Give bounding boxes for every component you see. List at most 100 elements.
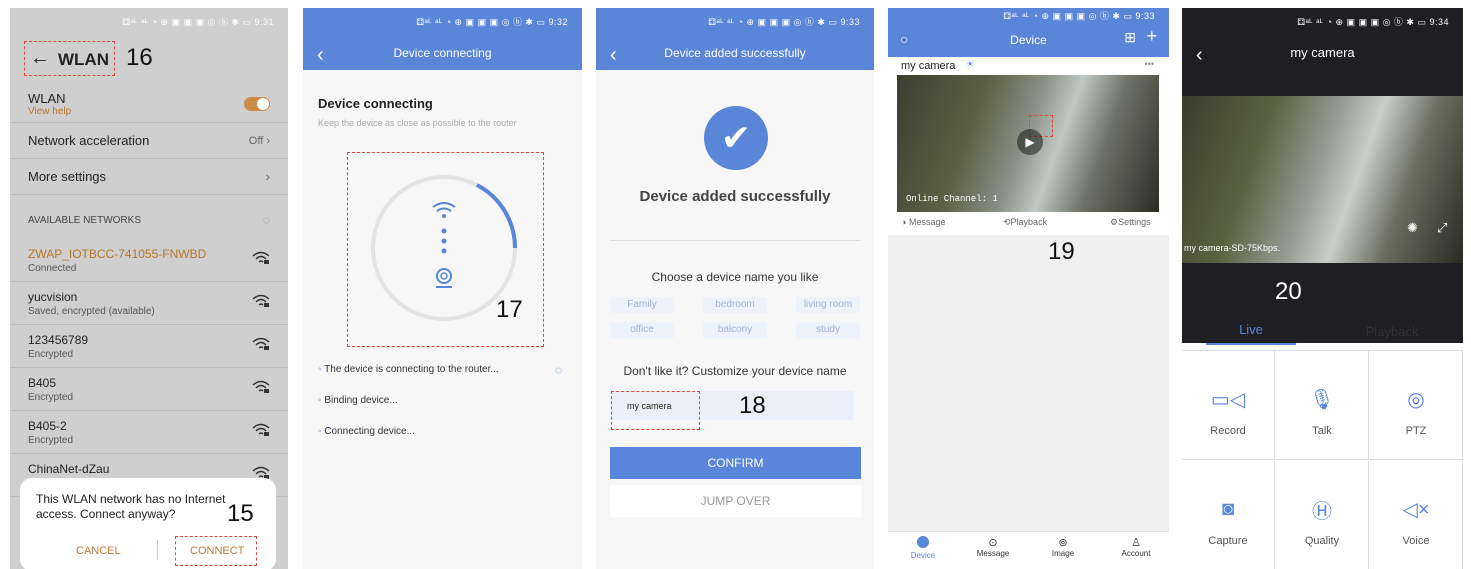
- tab-account[interactable]: ♙ Account: [1116, 536, 1156, 558]
- night-mode-icon[interactable]: ✺: [1407, 220, 1418, 236]
- back-icon[interactable]: ‹: [610, 45, 617, 65]
- wlan-toggle-row[interactable]: WLAN View help: [10, 85, 288, 123]
- speaker-mute-icon: ◁×: [1402, 498, 1430, 521]
- control-grid: ▭◁ Record 🎙 Talk ◎ PTZ ◙ Capture Ⓗ Quality ◁× Voice: [1182, 350, 1463, 569]
- customize-label: Don't like it? Customize your device nam…: [623, 364, 847, 378]
- chat-icon: ⊙: [988, 537, 998, 549]
- network-item[interactable]: B405-2 Encrypted: [10, 411, 288, 454]
- more-settings-label: More settings: [28, 169, 107, 184]
- control-ptz[interactable]: ◎ PTZ: [1370, 351, 1463, 460]
- message-action[interactable]: ◑ Message: [901, 217, 945, 227]
- video-overlay-text: my camera-SD-75Kbps.: [1184, 243, 1281, 253]
- connect-dialog: This WLAN network has no Internet access…: [20, 478, 276, 569]
- tab-label: Account: [1121, 549, 1151, 558]
- bullet-icon: ◦: [318, 364, 322, 375]
- tab-device[interactable]: Device: [908, 536, 938, 560]
- camera-live-screen: ⚃ᵃᴸ ᵃᴸ ◔ ⊕ ▣ ▣ ▣ ◎ ⓑ ✱ ▭ 9:34 ‹ my camer…: [1182, 8, 1463, 569]
- playback-icon: ⟲: [1003, 217, 1011, 227]
- control-label: PTZ: [1405, 425, 1427, 437]
- tab-playback[interactable]: Playback: [1342, 324, 1442, 339]
- loading-spinner-icon: ◌: [262, 213, 270, 227]
- view-help-link[interactable]: View help: [28, 106, 71, 117]
- divider: [157, 540, 158, 560]
- status-bar: ⚃ᵃᴸ ᵃᴸ ◔ ⊕ ▣ ▣ ▣ ◎ ⓑ ✱ ▭ 9:31: [122, 17, 274, 27]
- network-item[interactable]: yucvision Saved, encrypted (available): [10, 282, 288, 325]
- highlight-box: [611, 391, 700, 430]
- more-icon[interactable]: •••: [1145, 59, 1154, 69]
- network-acceleration-value: Off: [248, 134, 264, 147]
- back-icon[interactable]: ‹: [1196, 45, 1203, 65]
- more-settings-row[interactable]: More settings ›: [10, 159, 288, 195]
- grid-view-icon[interactable]: ⊞: [1124, 29, 1136, 46]
- network-name: ChinaNet-dZau: [28, 461, 110, 476]
- wifi-lock-icon: [252, 251, 270, 270]
- network-name: yucvision: [28, 289, 78, 304]
- status-bar: ⚃ᵃᴸ ᵃᴸ ◔ ⊕ ▣ ▣ ▣ ◎ ⓑ ✱ ▭ 9:34: [1297, 17, 1449, 27]
- name-chip[interactable]: office: [610, 322, 674, 338]
- network-item[interactable]: ZWAP_IOTBCC-741055-FNWBD Connected: [10, 239, 288, 282]
- cancel-button[interactable]: CANCEL: [76, 545, 121, 557]
- chevron-right-icon: ›: [265, 169, 270, 184]
- name-chip[interactable]: living room: [796, 297, 860, 313]
- hd-quality-icon: Ⓗ: [1312, 500, 1332, 523]
- section-heading: Device connecting: [318, 96, 433, 111]
- message-label: Message: [908, 217, 946, 227]
- step-label: The device is connecting to the router..…: [324, 364, 499, 375]
- camera-preview[interactable]: ▶ Online Channel: 1: [897, 75, 1159, 212]
- network-name: B405-2: [28, 418, 67, 433]
- tab-live[interactable]: Live: [1206, 322, 1296, 345]
- app-header: ⚃ᵃᴸ ᵃᴸ ◔ ⊕ ▣ ▣ ▣ ◎ ⓑ ✱ ▭ 9:33 ‹ Device a…: [596, 8, 874, 70]
- device-card[interactable]: my camera ☀ ••• ▶ Online Channel: 1 ◑ Me…: [888, 57, 1169, 235]
- page-title: my camera: [1290, 44, 1355, 60]
- control-voice[interactable]: ◁× Voice: [1370, 461, 1463, 569]
- live-video[interactable]: my camera-SD-75Kbps. ✺ ⤢: [1182, 96, 1463, 263]
- tab-label: Image: [1051, 549, 1075, 558]
- toggle-icon: ◑: [901, 217, 907, 227]
- control-capture[interactable]: ◙ Capture: [1182, 461, 1275, 569]
- network-acceleration-row[interactable]: Network acceleration Off ›: [10, 123, 288, 159]
- network-item[interactable]: B405 Encrypted: [10, 368, 288, 411]
- add-icon[interactable]: +: [1146, 26, 1157, 47]
- control-talk[interactable]: 🎙 Talk: [1276, 351, 1369, 460]
- jump-over-button[interactable]: JUMP OVER: [610, 485, 861, 517]
- divider: [610, 240, 860, 241]
- device-added-screen: ⚃ᵃᴸ ᵃᴸ ◔ ⊕ ▣ ▣ ▣ ◎ ⓑ ✱ ▭ 9:33 ‹ Device a…: [596, 8, 874, 569]
- network-item[interactable]: 123456789 Encrypted: [10, 325, 288, 368]
- tab-message[interactable]: ⊙ Message: [973, 536, 1013, 558]
- step-label: Binding device...: [324, 395, 398, 406]
- name-chip[interactable]: study: [796, 322, 860, 338]
- settings-action[interactable]: ⚙Settings: [1110, 217, 1151, 228]
- app-header: ⚃ᵃᴸ ᵃᴸ ◔ ⊕ ▣ ▣ ▣ ◎ ⓑ ✱ ▭ 9:33 ○ Device ⊞…: [888, 8, 1169, 57]
- fullscreen-icon[interactable]: ⤢: [1437, 220, 1447, 236]
- choose-name-label: Choose a device name you like: [651, 270, 819, 284]
- refresh-icon[interactable]: ○: [900, 31, 908, 47]
- wifi-icon: ☀: [966, 59, 975, 69]
- name-chip[interactable]: bedroom: [703, 297, 767, 313]
- channel-status: Online Channel: 1: [906, 194, 998, 204]
- step-number: 15: [227, 500, 254, 527]
- name-chip[interactable]: Family: [610, 297, 674, 313]
- network-status: Encrypted: [28, 434, 74, 446]
- confirm-button[interactable]: CONFIRM: [610, 447, 861, 479]
- connect-button[interactable]: CONNECT: [190, 545, 244, 557]
- tab-image[interactable]: ⊚ Image: [1048, 536, 1078, 558]
- settings-label: Settings: [1118, 217, 1151, 227]
- wifi-lock-icon: [252, 380, 270, 399]
- play-icon[interactable]: ▶: [1017, 129, 1043, 155]
- network-list: ZWAP_IOTBCC-741055-FNWBD Connected yucvisi…: [10, 239, 288, 497]
- tab-label: Message: [976, 549, 1010, 558]
- network-status: Connected: [28, 262, 77, 274]
- success-message: Device added successfully: [639, 188, 831, 205]
- control-label: Talk: [1312, 425, 1332, 437]
- control-quality[interactable]: Ⓗ Quality: [1276, 461, 1369, 569]
- step-number: 19: [1048, 238, 1075, 265]
- control-record[interactable]: ▭◁ Record: [1182, 351, 1275, 460]
- name-chip[interactable]: balcony: [703, 322, 767, 338]
- back-icon[interactable]: ‹: [317, 45, 324, 65]
- playback-action[interactable]: ⟲Playback: [1003, 217, 1047, 228]
- tab-indicator: [1206, 343, 1296, 345]
- user-icon: ♙: [1131, 537, 1141, 549]
- wlan-toggle[interactable]: [244, 96, 270, 111]
- network-name: 123456789: [28, 332, 89, 347]
- back-icon[interactable]: ←: [30, 47, 50, 70]
